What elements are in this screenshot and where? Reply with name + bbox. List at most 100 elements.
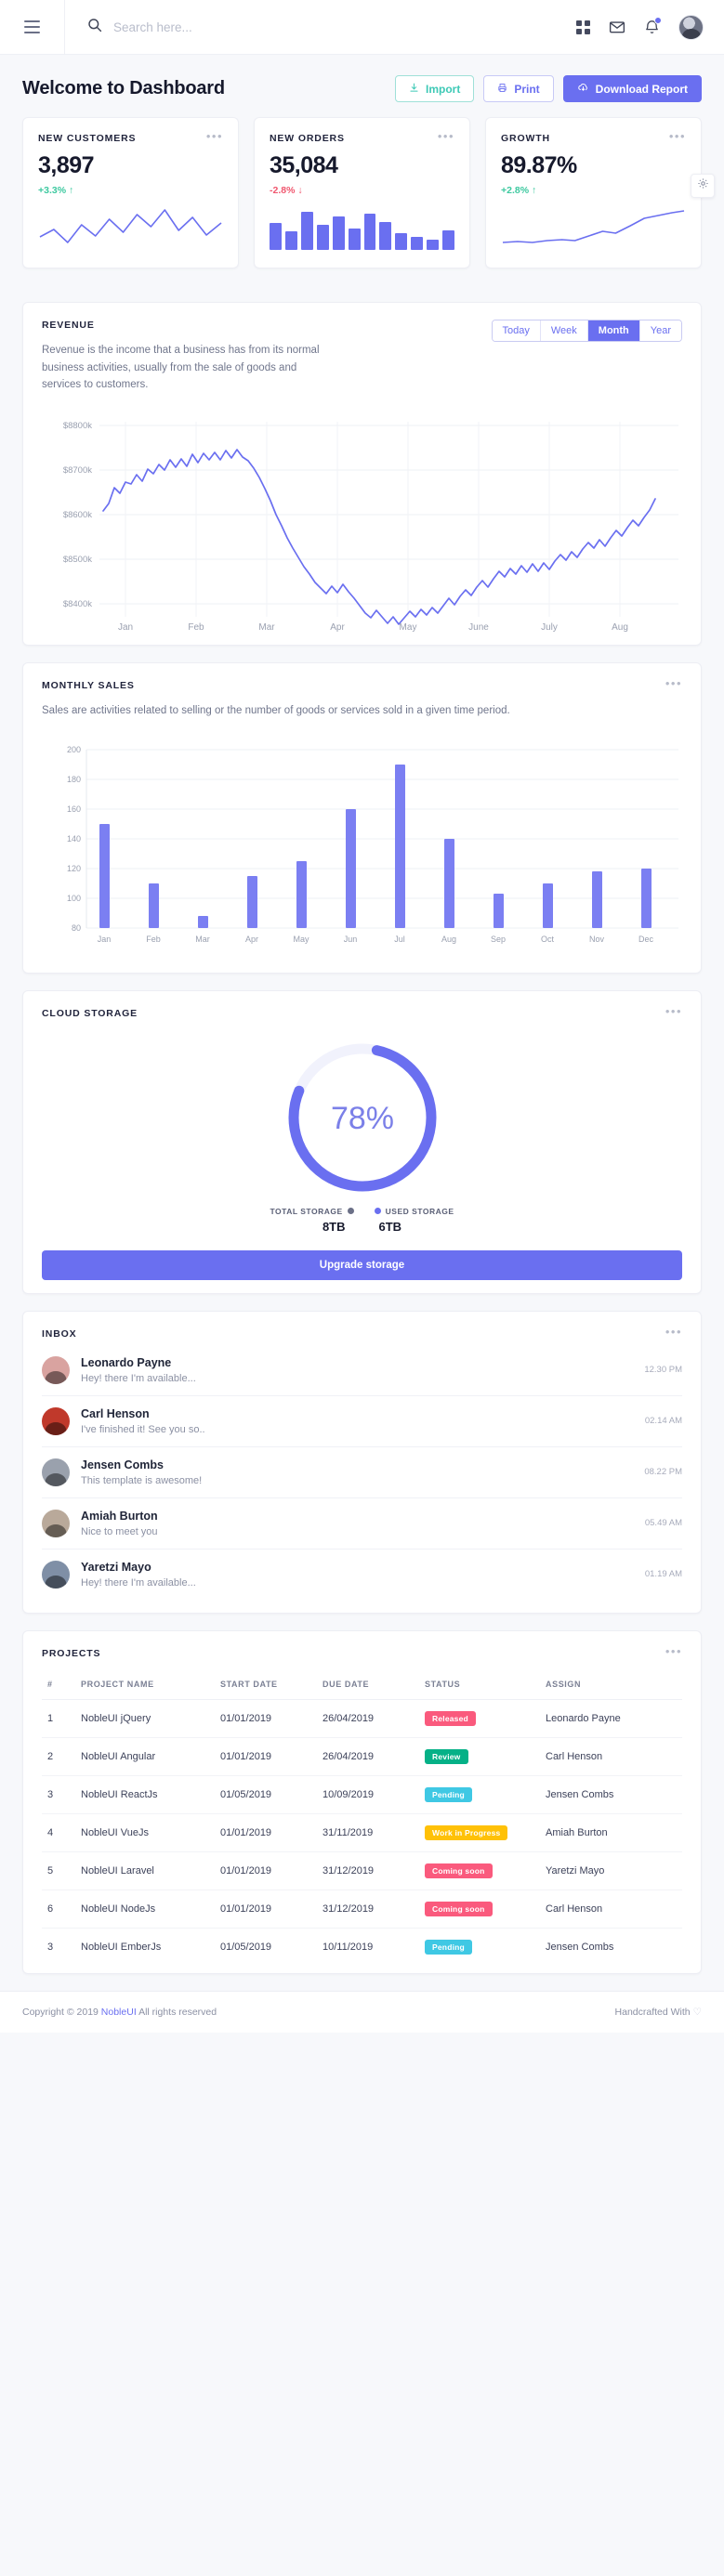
new-customers-sparkline	[39, 209, 222, 243]
stat-title: GROWTH	[501, 133, 550, 144]
svg-text:$8500k: $8500k	[63, 555, 92, 565]
row-assignee: Carl Henson	[540, 1890, 682, 1929]
row-index: 2	[42, 1737, 75, 1776]
inbox-title: INBOX	[42, 1327, 77, 1340]
arrow-up-icon: ↑	[69, 185, 74, 196]
heart-icon: ♡	[692, 2006, 702, 2018]
upgrade-storage-button[interactable]: Upgrade storage	[42, 1249, 682, 1280]
card-menu-button[interactable]: •••	[438, 130, 454, 142]
svg-text:Aug: Aug	[612, 622, 628, 632]
card-menu-button[interactable]: •••	[206, 130, 223, 142]
arrow-up-icon: ↑	[532, 185, 537, 196]
card-menu-button[interactable]: •••	[665, 1005, 682, 1017]
row-assignee: Leonardo Payne	[540, 1699, 682, 1738]
sender-name: Amiah Burton	[81, 1509, 158, 1523]
row-project-name: NobleUI Laravel	[75, 1851, 215, 1890]
tab-month[interactable]: Month	[587, 320, 640, 341]
row-due-date: 26/04/2019	[317, 1737, 419, 1776]
tab-today[interactable]: Today	[492, 320, 541, 341]
nav-actions	[576, 14, 724, 40]
download-cloud-icon	[577, 82, 589, 97]
avatar[interactable]	[678, 14, 704, 40]
svg-text:Oct: Oct	[541, 935, 555, 944]
row-due-date: 31/12/2019	[317, 1851, 419, 1890]
message-time: 08.22 PM	[644, 1467, 682, 1477]
settings-gear-button[interactable]	[691, 174, 715, 198]
table-row[interactable]: 5 NobleUI Laravel 01/01/2019 31/12/2019 …	[42, 1851, 682, 1890]
svg-text:Feb: Feb	[146, 935, 161, 944]
row-index: 4	[42, 1813, 75, 1852]
notification-badge	[654, 17, 662, 24]
list-item[interactable]: Amiah Burton Nice to meet you 05.49 AM	[42, 1498, 682, 1550]
stat-delta: -2.8% ↓	[270, 185, 454, 196]
monthly-sales-card: MONTHLY SALES ••• Sales are activities r…	[22, 661, 702, 974]
menu-icon[interactable]	[24, 20, 40, 33]
svg-text:Nov: Nov	[589, 935, 605, 944]
svg-text:Apr: Apr	[330, 622, 345, 632]
status-badge: Coming soon	[425, 1863, 493, 1878]
cloud-storage-gauge: 78% TOTAL STORAGE USED STORAGE 8TB 6TB	[42, 1025, 682, 1234]
row-index: 6	[42, 1890, 75, 1929]
svg-text:80: 80	[72, 923, 81, 933]
card-menu-button[interactable]: •••	[665, 1326, 682, 1338]
monthly-sales-title: MONTHLY SALES	[42, 679, 135, 691]
row-index: 5	[42, 1851, 75, 1890]
table-row[interactable]: 3 NobleUI EmberJs 01/05/2019 10/11/2019 …	[42, 1928, 682, 1966]
storage-values: 8TB 6TB	[323, 1220, 401, 1234]
tab-week[interactable]: Week	[540, 320, 588, 341]
table-row[interactable]: 3 NobleUI ReactJs 01/05/2019 10/09/2019 …	[42, 1775, 682, 1814]
revenue-range-tabs[interactable]: Today Week Month Year	[491, 320, 682, 342]
card-menu-button[interactable]: •••	[669, 130, 686, 142]
svg-text:$8800k: $8800k	[63, 421, 92, 431]
list-item[interactable]: Leonardo Payne Hey! there I'm available.…	[42, 1345, 682, 1396]
download-report-button[interactable]: Download Report	[562, 75, 702, 102]
row-project-name: NobleUI Angular	[75, 1737, 215, 1776]
tab-year[interactable]: Year	[639, 320, 681, 341]
row-start-date: 01/01/2019	[215, 1737, 317, 1776]
sender-name: Yaretzi Mayo	[81, 1560, 151, 1574]
sidebar-toggle-button[interactable]	[0, 0, 65, 55]
mail-icon[interactable]	[609, 19, 625, 35]
list-item[interactable]: Jensen Combs This template is awesome! 0…	[42, 1447, 682, 1498]
brand-link[interactable]: NobleUI	[101, 2007, 137, 2018]
status-badge: Coming soon	[425, 1901, 493, 1916]
svg-text:100: 100	[67, 894, 81, 903]
bell-icon[interactable]	[644, 17, 662, 35]
svg-text:Jun: Jun	[344, 935, 358, 944]
stat-delta-value: +2.8%	[501, 185, 530, 196]
message-preview: Nice to meet you	[81, 1525, 158, 1537]
inbox-list: Leonardo Payne Hey! there I'm available.…	[42, 1345, 682, 1600]
list-item[interactable]: Yaretzi Mayo Hey! there I'm available...…	[42, 1550, 682, 1600]
table-row[interactable]: 2 NobleUI Angular 01/01/2019 26/04/2019 …	[42, 1737, 682, 1776]
storage-legend: TOTAL STORAGE USED STORAGE	[270, 1207, 454, 1216]
table-row[interactable]: 1 NobleUI jQuery 01/01/2019 26/04/2019 R…	[42, 1699, 682, 1738]
search-input[interactable]	[113, 20, 392, 34]
print-label: Print	[514, 82, 540, 96]
print-button[interactable]: Print	[483, 75, 554, 102]
table-row[interactable]: 6 NobleUI NodeJs 01/01/2019 31/12/2019 C…	[42, 1890, 682, 1929]
row-assignee: Amiah Burton	[540, 1813, 682, 1852]
import-button[interactable]: Import	[394, 75, 475, 102]
table-row[interactable]: 4 NobleUI VueJs 01/01/2019 31/11/2019 Wo…	[42, 1813, 682, 1852]
card-menu-button[interactable]: •••	[665, 1645, 682, 1657]
row-start-date: 01/05/2019	[220, 1941, 272, 1953]
table-header-row: # PROJECT NAME START DATE DUE DATE STATU…	[42, 1671, 682, 1700]
row-project-name: NobleUI jQuery	[75, 1699, 215, 1738]
search-icon	[87, 18, 102, 37]
row-due-date: 31/11/2019	[317, 1813, 419, 1852]
card-menu-button[interactable]: •••	[665, 677, 682, 689]
list-item[interactable]: Carl Henson I've finished it! See you so…	[42, 1396, 682, 1447]
import-label: Import	[425, 82, 461, 96]
svg-text:Feb: Feb	[188, 622, 204, 632]
printer-icon	[497, 83, 507, 96]
col-due: DUE DATE	[317, 1671, 419, 1700]
row-project-name: NobleUI VueJs	[75, 1813, 215, 1852]
global-search[interactable]	[65, 18, 576, 37]
inbox-card: INBOX ••• Leonardo Payne Hey! there I'm …	[22, 1310, 702, 1614]
avatar	[42, 1509, 70, 1537]
svg-text:Jul: Jul	[394, 935, 405, 944]
row-project-name: NobleUI ReactJs	[75, 1775, 215, 1814]
svg-text:Apr: Apr	[245, 935, 258, 944]
apps-grid-icon[interactable]	[576, 20, 590, 34]
col-index: #	[42, 1671, 75, 1700]
